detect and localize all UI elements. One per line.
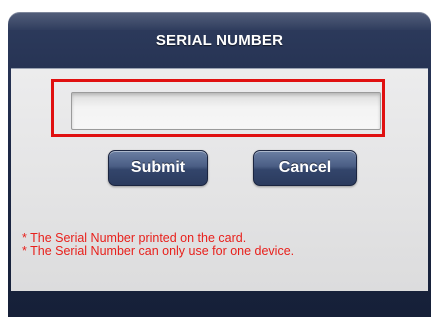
- serial-notes: * The Serial Number printed on the card.…: [22, 232, 422, 258]
- cancel-button[interactable]: Cancel: [253, 150, 357, 186]
- serial-number-input[interactable]: [71, 92, 381, 130]
- dialog-title: SERIAL NUMBER: [155, 32, 284, 49]
- submit-button[interactable]: Submit: [108, 150, 208, 186]
- serial-number-dialog: SERIAL NUMBER: [8, 12, 431, 317]
- note-line: * The Serial Number can only use for one…: [22, 244, 295, 258]
